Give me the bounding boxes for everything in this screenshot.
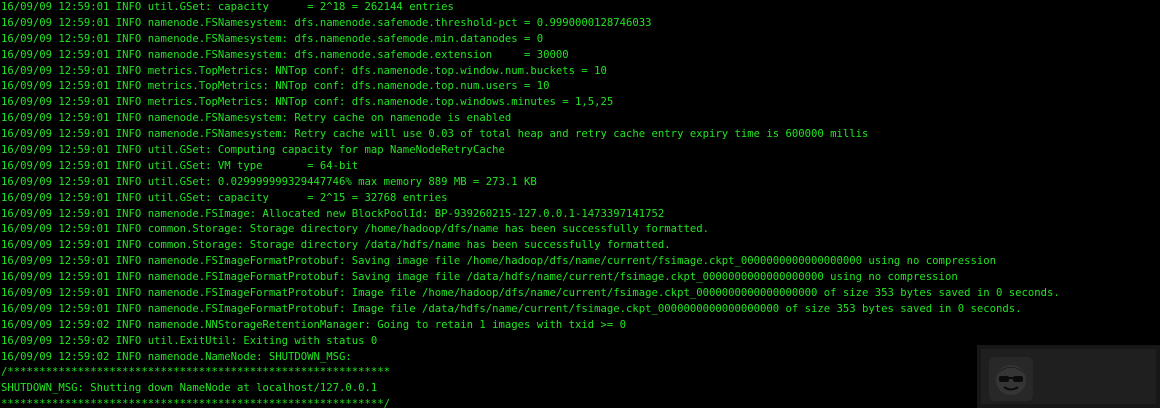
log-line: 16/09/09 12:59:01 INFO metrics.TopMetric… <box>1 80 550 93</box>
log-line: 16/09/09 12:59:01 INFO namenode.FSImage:… <box>1 207 665 220</box>
log-line: 16/09/09 12:59:01 INFO metrics.TopMetric… <box>1 96 614 109</box>
log-line: SHUTDOWN_MSG: Shutting down NameNode at … <box>1 382 378 395</box>
log-line: 16/09/09 12:59:01 INFO namenode.FSImageF… <box>1 255 996 268</box>
log-line: 16/09/09 12:59:01 INFO util.GSet: Comput… <box>1 144 505 157</box>
log-line: 16/09/09 12:59:01 INFO util.GSet: capaci… <box>1 191 448 204</box>
log-line: 16/09/09 12:59:02 INFO namenode.NameNode… <box>1 350 352 363</box>
log-line: ****************************************… <box>1 398 391 408</box>
log-line: 16/09/09 12:59:01 INFO util.GSet: 0.0299… <box>1 175 537 188</box>
watermark-panel <box>981 349 1156 404</box>
log-line: 16/09/09 12:59:01 INFO metrics.TopMetric… <box>1 64 607 77</box>
log-line: 16/09/09 12:59:01 INFO util.GSet: capaci… <box>1 1 454 13</box>
watermark <box>977 345 1160 408</box>
log-line: 16/09/09 12:59:01 INFO namenode.FSNamesy… <box>1 128 869 141</box>
terminal-output: 16/09/09 12:59:01 INFO util.GSet: capaci… <box>1 0 1060 408</box>
log-line: 16/09/09 12:59:01 INFO util.GSet: VM typ… <box>1 159 359 172</box>
log-line: 16/09/09 12:59:01 INFO namenode.FSNamesy… <box>1 48 569 61</box>
log-line: 16/09/09 12:59:01 INFO namenode.FSImageF… <box>1 287 1060 300</box>
log-line: 16/09/09 12:59:01 INFO namenode.FSNamesy… <box>1 16 652 29</box>
log-line: /***************************************… <box>1 366 391 379</box>
log-line: 16/09/09 12:59:02 INFO util.ExitUtil: Ex… <box>1 334 378 347</box>
log-line: 16/09/09 12:59:01 INFO common.Storage: S… <box>1 223 709 236</box>
log-line: 16/09/09 12:59:01 INFO common.Storage: S… <box>1 239 671 252</box>
log-line: 16/09/09 12:59:01 INFO namenode.FSNamesy… <box>1 32 544 45</box>
log-line: 16/09/09 12:59:01 INFO namenode.FSNamesy… <box>1 112 512 125</box>
log-line: 16/09/09 12:59:01 INFO namenode.FSImageF… <box>1 271 958 284</box>
log-line: 16/09/09 12:59:01 INFO namenode.FSImageF… <box>1 302 1022 315</box>
log-line: 16/09/09 12:59:02 INFO namenode.NNStorag… <box>1 318 627 331</box>
sunglasses-face-logo-icon <box>989 357 1033 401</box>
terminal-window[interactable]: 16/09/09 12:59:01 INFO util.GSet: capaci… <box>0 0 1160 408</box>
